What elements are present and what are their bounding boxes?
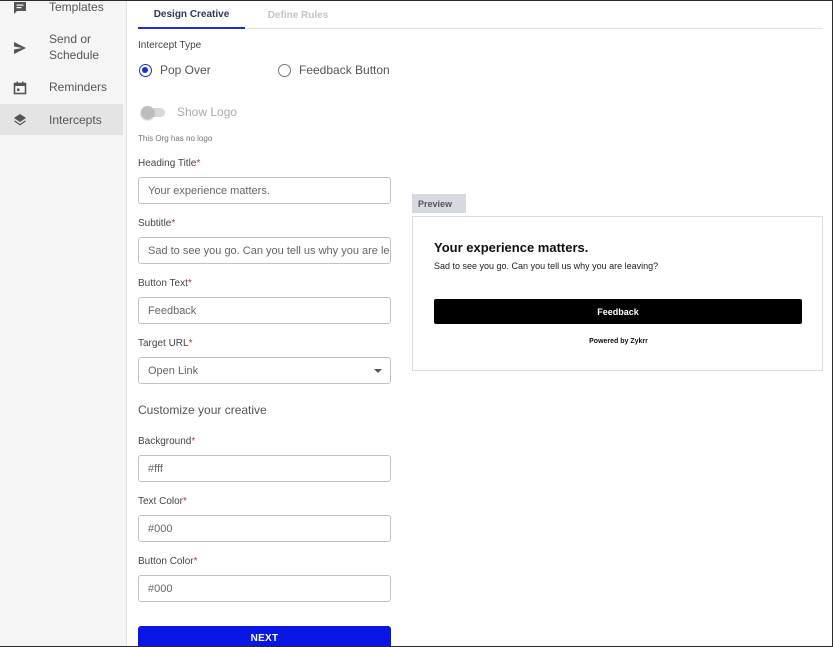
show-logo-toggle[interactable] bbox=[141, 106, 165, 119]
calendar-icon bbox=[12, 80, 28, 96]
customize-title: Customize your creative bbox=[138, 403, 267, 417]
button-color-field[interactable] bbox=[138, 575, 391, 602]
background-label: Background* bbox=[138, 436, 196, 447]
sidebar: Templates Send or Schedule Reminders Int… bbox=[0, 0, 127, 646]
radio-selected-icon bbox=[139, 63, 152, 77]
app-frame: Templates Send or Schedule Reminders Int… bbox=[0, 0, 833, 647]
background-field[interactable] bbox=[138, 455, 391, 482]
sidebar-item-label: Reminders bbox=[49, 80, 108, 94]
show-logo-label: Show Logo bbox=[177, 105, 238, 119]
button-color-label: Button Color* bbox=[138, 556, 198, 567]
preview-subtitle: Sad to see you go. Can you tell us why y… bbox=[434, 261, 659, 271]
radio-pop-over[interactable]: Pop Over bbox=[139, 63, 211, 77]
next-button[interactable]: NEXT bbox=[138, 626, 391, 646]
sidebar-item-label: Templates bbox=[49, 0, 104, 14]
radio-unselected-icon bbox=[278, 63, 291, 77]
target-url-label: Target URL* bbox=[138, 338, 193, 349]
button-color-input[interactable] bbox=[148, 582, 390, 595]
target-url-value: Open Link bbox=[148, 364, 199, 377]
subtitle-label: Subtitle* bbox=[138, 218, 176, 229]
message-icon bbox=[12, 1, 28, 16]
heading-title-field[interactable] bbox=[138, 177, 391, 204]
radio-label: Feedback Button bbox=[299, 63, 390, 77]
sidebar-item-reminders[interactable]: Reminders bbox=[0, 79, 123, 99]
button-text-field[interactable] bbox=[138, 297, 391, 324]
radio-label: Pop Over bbox=[160, 63, 211, 77]
preview-feedback-button[interactable]: Feedback bbox=[434, 299, 802, 324]
preview-powered-by: Powered by Zykrr bbox=[589, 338, 648, 345]
sidebar-item-send-or-schedule[interactable]: Send or Schedule bbox=[0, 31, 123, 65]
text-color-field[interactable] bbox=[138, 515, 391, 542]
sidebar-item-label: Intercepts bbox=[49, 113, 102, 127]
send-icon bbox=[12, 40, 28, 56]
sidebar-item-label: Send or Schedule bbox=[49, 32, 100, 62]
heading-title-label: Heading Title* bbox=[138, 158, 201, 169]
radio-feedback-button[interactable]: Feedback Button bbox=[278, 63, 390, 77]
background-input[interactable] bbox=[148, 462, 390, 475]
sidebar-item-templates[interactable]: Templates bbox=[0, 0, 123, 19]
tab-define-rules[interactable]: Define Rules bbox=[252, 1, 344, 29]
chevron-down-icon bbox=[374, 369, 382, 373]
tab-bar: Design Creative Define Rules bbox=[138, 1, 823, 29]
preview-heading: Your experience matters. bbox=[434, 240, 589, 255]
heading-title-input[interactable] bbox=[148, 184, 390, 197]
sidebar-item-intercepts[interactable]: Intercepts bbox=[0, 104, 123, 135]
text-color-input[interactable] bbox=[148, 522, 390, 535]
subtitle-field[interactable] bbox=[138, 237, 391, 264]
subtitle-input[interactable] bbox=[148, 244, 390, 257]
toggle-knob bbox=[141, 106, 154, 119]
target-url-select[interactable]: Open Link bbox=[138, 357, 391, 384]
button-text-label: Button Text* bbox=[138, 278, 192, 289]
layers-icon bbox=[12, 112, 28, 128]
preview-tag: Preview bbox=[412, 194, 466, 213]
button-text-input[interactable] bbox=[148, 304, 390, 317]
intercept-type-label: Intercept Type bbox=[138, 40, 202, 51]
no-logo-note: This Org has no logo bbox=[138, 134, 213, 143]
text-color-label: Text Color* bbox=[138, 496, 187, 507]
preview-card: Your experience matters. Sad to see you … bbox=[412, 216, 823, 371]
tab-design-creative[interactable]: Design Creative bbox=[138, 1, 245, 29]
